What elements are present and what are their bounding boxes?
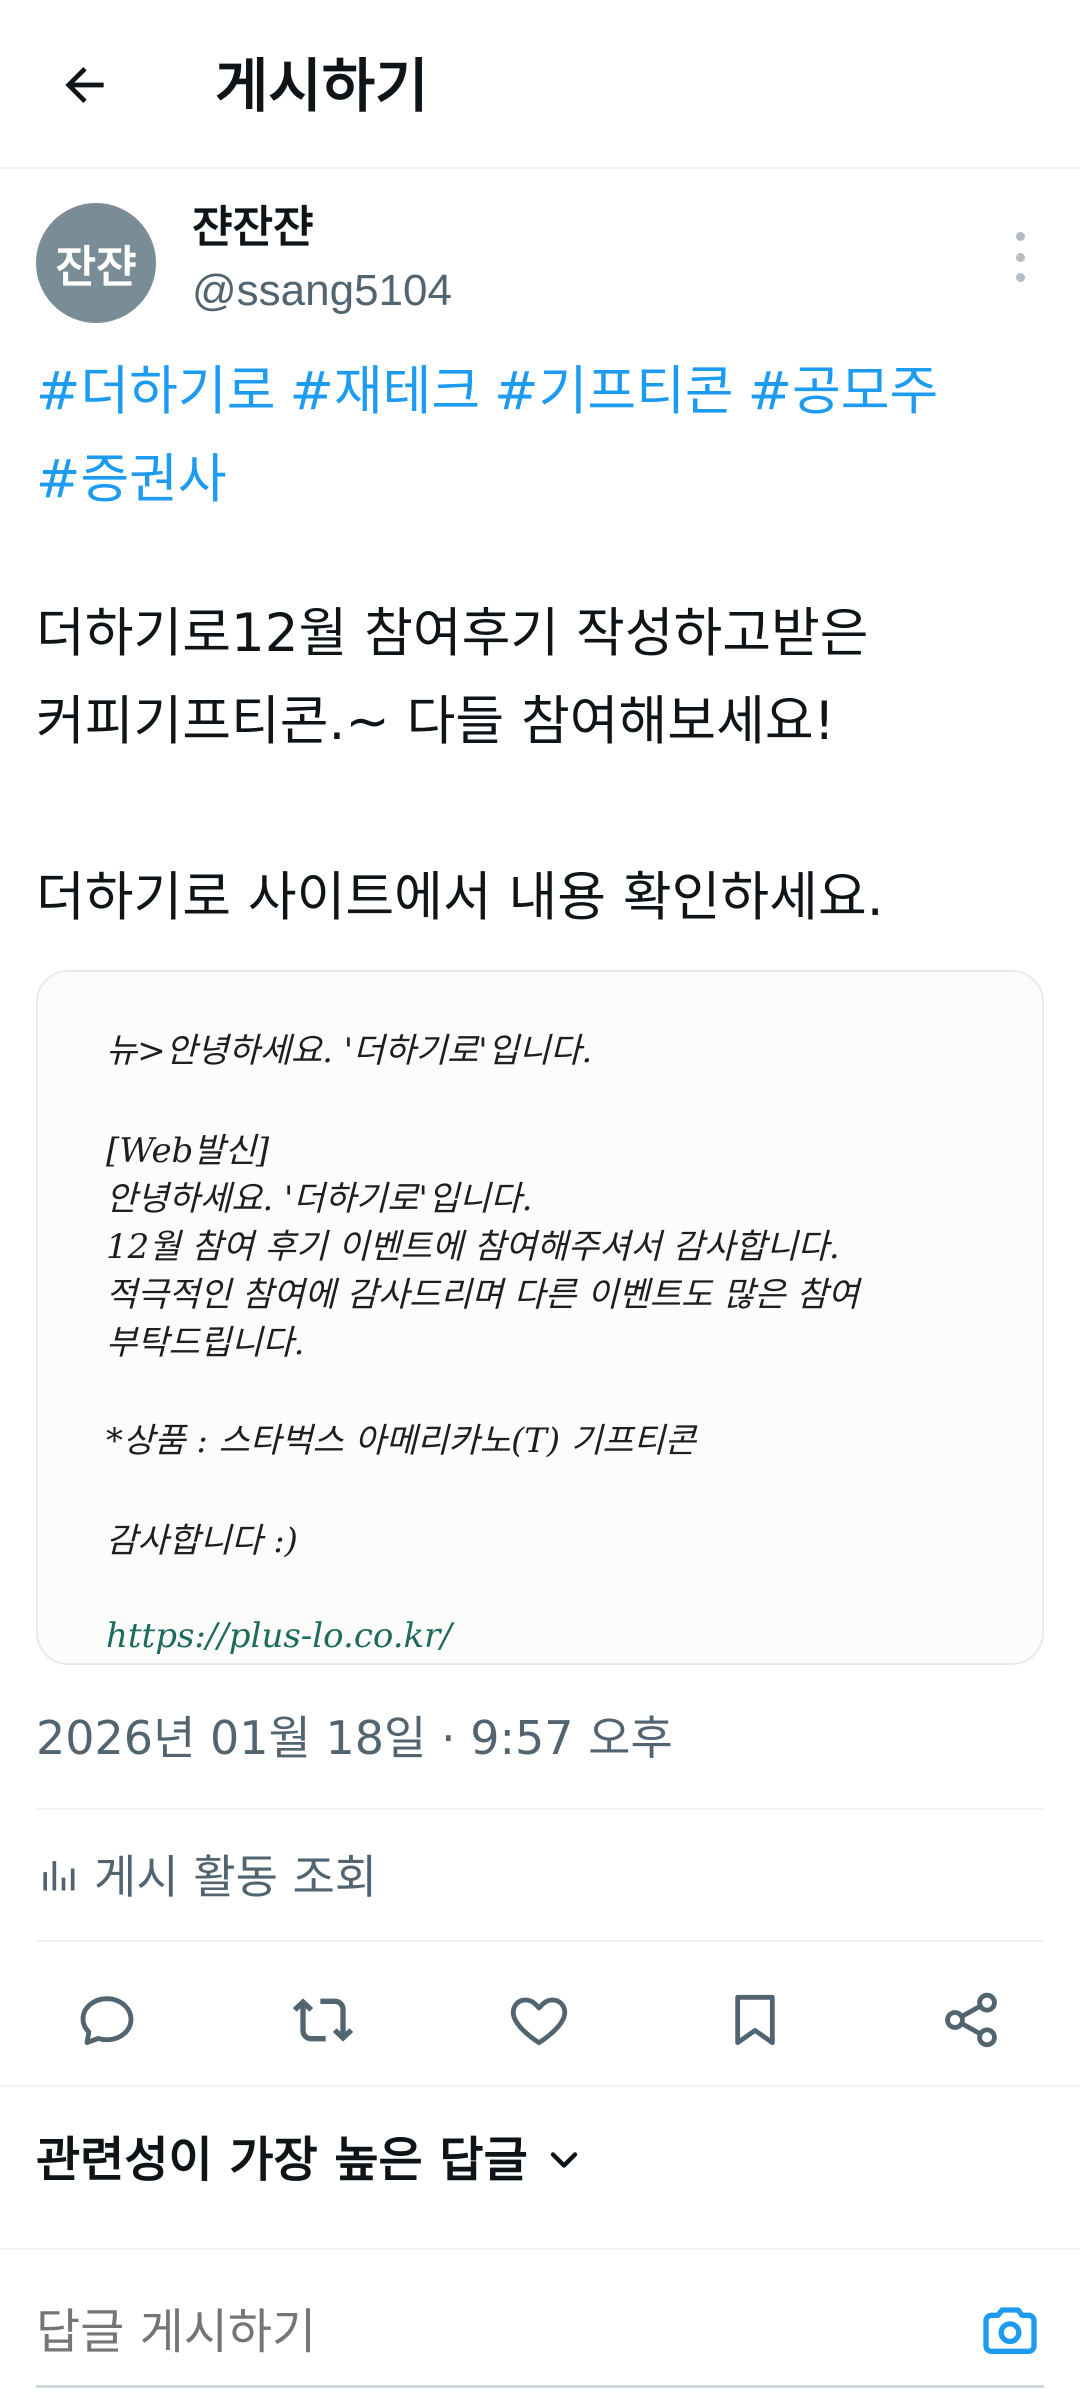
like-icon — [510, 1997, 568, 2046]
hashtag-list: #더하기로 #재테크 #기프티콘 #공모주 #증권사 — [36, 348, 1046, 524]
replies-sort-label: 관련성이 가장 높은 답글 — [36, 2132, 528, 2188]
replies-sort-dropdown[interactable]: 관련성이 가장 높은 답글 — [36, 2128, 586, 2192]
divider — [0, 2085, 1080, 2087]
divider — [36, 1808, 1044, 1810]
hashtag-link[interactable]: #재테크 — [289, 361, 480, 422]
share-button[interactable] — [926, 1975, 1016, 2065]
image-text-line: *상품 : 스타벅스 아메리카노(T) 기프티콘 — [106, 1421, 697, 1461]
chevron-down-icon — [550, 2152, 577, 2168]
bookmark-icon — [735, 1994, 775, 2046]
back-button[interactable] — [40, 40, 130, 130]
more-dot — [1015, 273, 1025, 282]
post-activity-button[interactable]: 게시 활동 조회 — [36, 1844, 377, 1904]
bookmark-button[interactable] — [710, 1975, 800, 2065]
image-text-line: 감사합니다 :) — [106, 1521, 298, 1561]
more-options-button[interactable] — [1000, 222, 1040, 292]
like-button[interactable] — [494, 1975, 584, 2065]
more-dots-icon — [1015, 232, 1025, 241]
author-handle[interactable]: @ssang5104 — [192, 262, 452, 320]
reply-button[interactable] — [62, 1975, 152, 2065]
image-text-line: 12월 참여 후기 이벤트에 참여해주셔서 감사합니다. — [106, 1227, 840, 1267]
analytics-icon — [43, 1861, 75, 1891]
reply-input[interactable] — [36, 2300, 936, 2364]
author-name[interactable]: 쟌잔쟌 — [192, 200, 313, 256]
divider — [0, 2248, 1080, 2250]
camera-icon — [983, 2307, 1037, 2354]
image-text-line: 적극적인 참여에 감사드리며 다른 이벤트도 많은 참여 — [106, 1275, 860, 1315]
divider — [36, 1940, 1044, 1942]
image-text-line: 부탁드립니다. — [106, 1323, 305, 1363]
repost-icon — [292, 1998, 354, 2042]
hashtag-link[interactable]: #공모주 — [748, 361, 939, 422]
image-text-line: [Web발신] — [106, 1131, 270, 1171]
image-text-line: 뉴>안녕하세요. '더하기로'입니다. — [106, 1031, 593, 1071]
avatar[interactable]: 잔쟌 — [36, 203, 156, 323]
post-body: 더하기로12월 참여후기 작성하고받은 커피기프티콘.~ 다들 참여해보세요! … — [36, 603, 884, 928]
post-image[interactable]: 뉴>안녕하세요. '더하기로'입니다. [Web발신] 안녕하세요. '더하기로… — [36, 970, 1044, 1665]
back-arrow-icon — [65, 67, 104, 103]
image-text-line: https://plus-lo.co.kr/ — [106, 1616, 452, 1656]
repost-button[interactable] — [278, 1975, 368, 2065]
top-bar — [0, 0, 1080, 169]
post-activity-label: 게시 활동 조회 — [94, 1850, 378, 1904]
input-underline — [36, 2385, 1044, 2388]
hashtag-link[interactable]: #증권사 — [36, 449, 227, 510]
hashtag-link[interactable]: #기프티콘 — [494, 361, 733, 422]
more-dot — [1015, 252, 1025, 262]
post-timestamp: 2026년 01월 18일 · 9:57 오후 — [36, 1711, 673, 1765]
image-text-line: 안녕하세요. '더하기로'입니다. — [106, 1179, 533, 1219]
reply-icon — [80, 1996, 134, 2046]
hashtag-link[interactable]: #더하기로 — [36, 361, 275, 422]
page-title: 게시하기 — [215, 52, 429, 120]
share-icon — [945, 1992, 997, 2048]
camera-button[interactable] — [970, 2290, 1050, 2370]
